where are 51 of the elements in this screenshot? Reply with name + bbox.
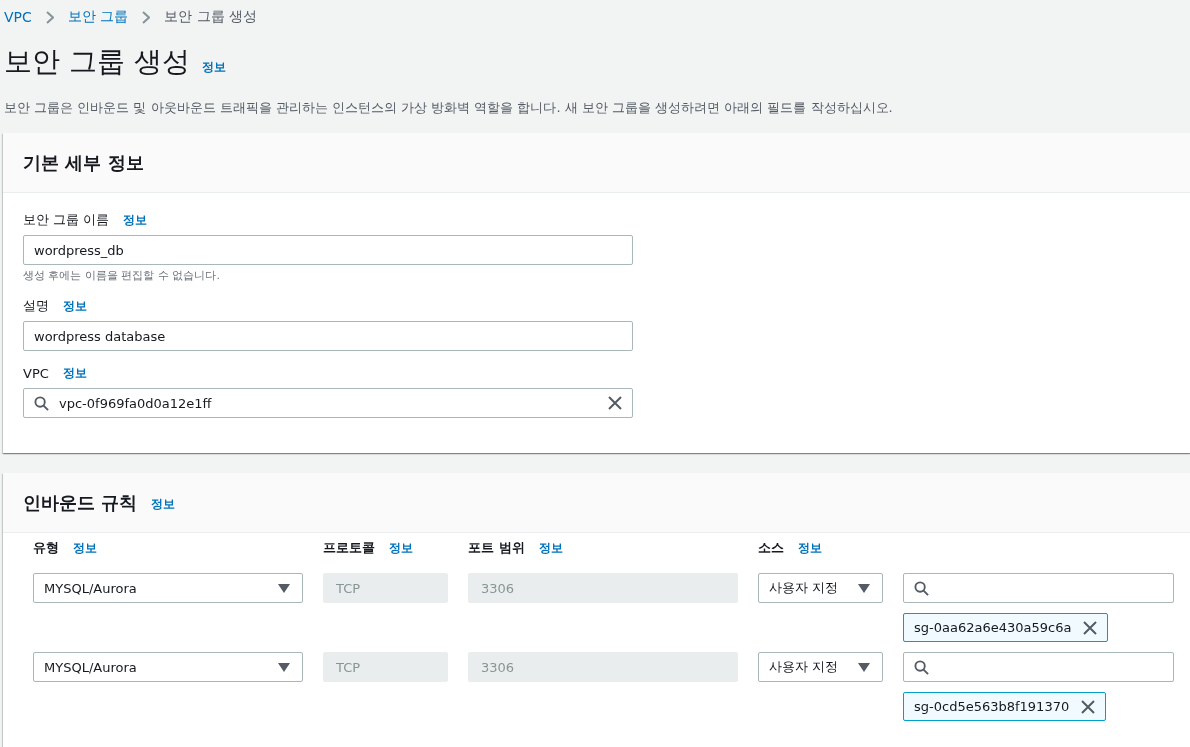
search-field[interactable]	[903, 573, 1174, 603]
column-header: 포트 범위	[468, 539, 525, 557]
column-header: 소스	[758, 539, 784, 557]
caret-icon	[278, 583, 290, 593]
column-header: 프로토콜	[323, 539, 375, 557]
info-link[interactable]: 정보	[201, 59, 226, 76]
info-link[interactable]: 정보	[798, 539, 822, 557]
caret-icon	[858, 583, 870, 593]
chevron-icon	[142, 10, 151, 24]
search-field[interactable]	[903, 652, 1174, 682]
info-link[interactable]: 정보	[389, 539, 413, 557]
breadcrumb-link[interactable]: VPC	[4, 9, 32, 25]
field-label: 보안 그룹 이름	[23, 211, 110, 229]
close-icon[interactable]	[1081, 699, 1096, 714]
token-label: sg-0aa62a6e430a59c6a	[914, 620, 1072, 635]
input-field[interactable]: wordpress_db	[23, 235, 633, 265]
field-hint: 생성 후에는 이름을 편집할 수 없습니다.	[23, 268, 221, 283]
search-icon	[34, 395, 49, 411]
field-label: 설명	[23, 297, 49, 315]
search-icon	[914, 659, 929, 675]
info-link[interactable]: 정보	[62, 365, 87, 382]
breadcrumb-current: 보안 그룹 생성	[164, 8, 258, 26]
caret-icon	[278, 662, 290, 672]
panel-title: 인바운드 규칙	[23, 490, 138, 515]
read-only-field: 3306	[468, 573, 738, 603]
close-icon[interactable]	[608, 396, 622, 410]
type-select[interactable]: MYSQL/Aurora	[33, 573, 303, 603]
read-only-field: TCP	[323, 573, 448, 603]
read-only-field: TCP	[323, 652, 448, 682]
token-label: sg-0cd5e563b8f191370	[914, 699, 1070, 714]
search-icon	[914, 580, 929, 596]
source-select[interactable]: 사용자 지정	[758, 652, 883, 682]
read-only-field: 3306	[468, 652, 738, 682]
info-link[interactable]: 정보	[63, 297, 87, 315]
input-field[interactable]: wordpress database	[23, 321, 633, 351]
info-link[interactable]: 정보	[123, 211, 148, 229]
page-title: 보안 그룹 생성	[4, 44, 190, 80]
column-header: 유형	[33, 539, 59, 557]
info-link[interactable]: 정보	[538, 539, 563, 557]
info-link[interactable]: 정보	[73, 539, 97, 557]
source-select[interactable]: 사용자 지정	[758, 573, 883, 603]
page-description: 보안 그룹은 인바운드 및 아웃바운드 트래픽을 관리하는 인스턴스의 가상 방화벽 역할을 합니다. 새 보안 그룹을 생성하려면 아래의 필드를 작성하십시오.	[3, 99, 894, 117]
close-icon[interactable]	[1083, 620, 1098, 635]
type-select[interactable]: MYSQL/Aurora	[33, 652, 303, 682]
chevron-icon	[45, 10, 54, 24]
field-label: VPC	[23, 366, 49, 381]
info-link[interactable]: 정보	[151, 496, 176, 511]
caret-icon	[858, 662, 870, 672]
search-field[interactable]: vpc-0f969fa0d0a12e1ff	[23, 388, 633, 418]
breadcrumb-link[interactable]: 보안 그룹	[67, 8, 129, 26]
panel-title: 기본 세부 정보	[23, 150, 144, 175]
